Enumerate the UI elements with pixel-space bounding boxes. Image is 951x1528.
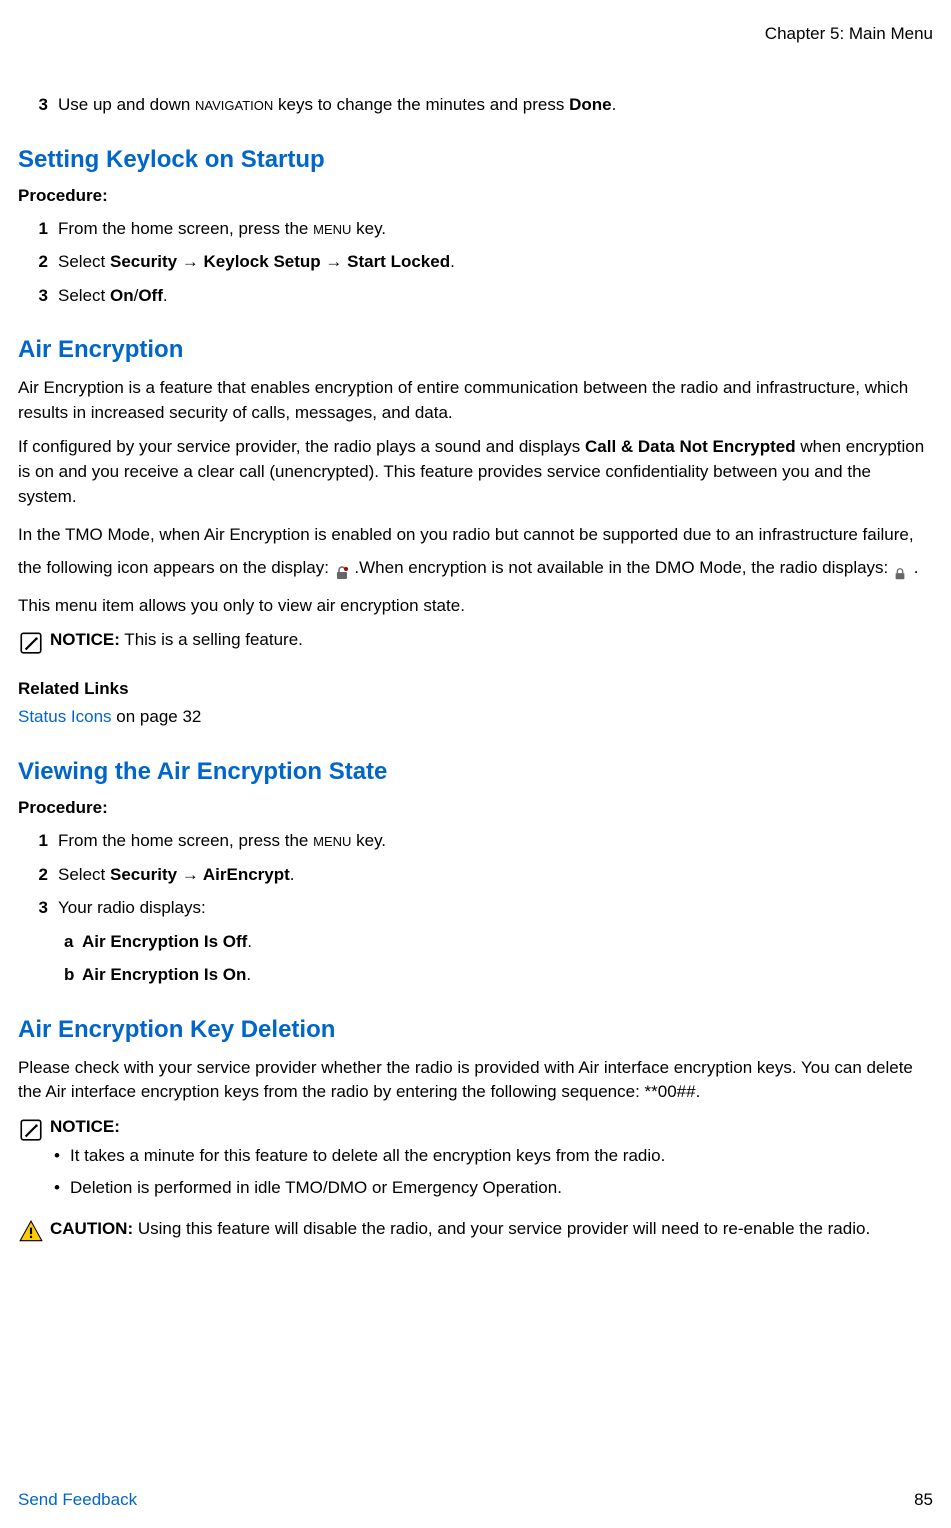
encryption-unavailable-tmo-icon xyxy=(334,560,350,576)
encryption-on-label: Air Encryption Is On xyxy=(82,965,246,984)
notice-icon xyxy=(18,1115,46,1148)
keylock-step-2: 2 Select Security → Keylock Setup → Star… xyxy=(18,249,933,275)
step-number: 2 xyxy=(32,862,54,888)
step-number: 2 xyxy=(32,249,54,275)
substep-number: b xyxy=(64,962,82,988)
caution-body: CAUTION: Using this feature will disable… xyxy=(46,1217,933,1242)
notice-body: NOTICE: It takes a minute for this featu… xyxy=(46,1115,933,1209)
notice-label: NOTICE: xyxy=(50,1117,120,1136)
text-fragment: key. xyxy=(351,219,386,238)
text-fragment: . xyxy=(247,932,252,951)
encryption-unavailable-dmo-icon xyxy=(893,560,909,576)
text-fragment: If configured by your service provider, … xyxy=(18,437,585,456)
orphan-step-3: 3 Use up and down NAVIGATION keys to cha… xyxy=(18,92,933,118)
step-number: 3 xyxy=(32,92,54,118)
text-fragment: From the home screen, press the xyxy=(58,831,313,850)
text-fragment: Use up and down xyxy=(58,95,195,114)
step-text: Select Security → AirEncrypt. xyxy=(54,862,933,888)
status-icons-link[interactable]: Status Icons xyxy=(18,707,112,726)
notice-text: This is a selling feature. xyxy=(120,630,303,649)
text-fragment: . xyxy=(163,286,168,305)
page-number: 85 xyxy=(914,1490,933,1510)
heading-air-encryption: Air Encryption xyxy=(18,336,933,364)
text-fragment: . xyxy=(246,965,251,984)
step-text: From the home screen, press the MENU key… xyxy=(54,828,933,854)
substep-text: Air Encryption Is On. xyxy=(82,962,251,988)
on-label: On xyxy=(110,286,134,305)
substep-number: a xyxy=(64,929,82,955)
delete-para-1: Please check with your service provider … xyxy=(18,1056,933,1105)
step-text: Use up and down NAVIGATION keys to chang… xyxy=(54,92,933,118)
step-text: From the home screen, press the MENU key… xyxy=(54,216,933,242)
text-fragment: From the home screen, press the xyxy=(58,219,313,238)
step-text: Your radio displays: xyxy=(54,895,933,921)
call-data-not-encrypted-label: Call & Data Not Encrypted xyxy=(585,437,796,456)
heading-view-state: Viewing the Air Encryption State xyxy=(18,758,933,786)
view-substep-a: a Air Encryption Is Off. xyxy=(18,929,933,955)
keylock-step-1: 1 From the home screen, press the MENU k… xyxy=(18,216,933,242)
menu-key-label: MENU xyxy=(313,834,351,849)
view-step-3: 3 Your radio displays: xyxy=(18,895,933,921)
navigation-key-label: NAVIGATION xyxy=(195,98,273,113)
heading-keylock: Setting Keylock on Startup xyxy=(18,146,933,174)
keylock-step-3: 3 Select On/Off. xyxy=(18,283,933,309)
caution-row: CAUTION: Using this feature will disable… xyxy=(18,1217,933,1250)
substep-text: Air Encryption Is Off. xyxy=(82,929,252,955)
notice-row-delete: NOTICE: It takes a minute for this featu… xyxy=(18,1115,933,1209)
notice-label: NOTICE: xyxy=(50,630,120,649)
page-content: 3 Use up and down NAVIGATION keys to cha… xyxy=(18,92,933,1250)
notice-bullet-2: Deletion is performed in idle TMO/DMO or… xyxy=(50,1176,933,1201)
text-fragment: Select xyxy=(58,286,110,305)
step-number: 1 xyxy=(32,828,54,854)
step-number: 3 xyxy=(32,283,54,309)
done-label: Done xyxy=(569,95,612,114)
air-para-2: If configured by your service provider, … xyxy=(18,435,933,509)
text-fragment: .When encryption is not available in the… xyxy=(354,558,893,577)
step-text: Select Security → Keylock Setup → Start … xyxy=(54,249,933,275)
notice-bullet-1: It takes a minute for this feature to de… xyxy=(50,1144,933,1169)
air-para-4: This menu item allows you only to view a… xyxy=(18,594,933,619)
notice-icon xyxy=(18,628,46,661)
step-number: 1 xyxy=(32,216,54,242)
caution-label: CAUTION: xyxy=(50,1219,133,1238)
air-para-3: In the TMO Mode, when Air Encryption is … xyxy=(18,519,933,584)
air-para-1: Air Encryption is a feature that enables… xyxy=(18,376,933,425)
procedure-label: Procedure: xyxy=(18,186,933,206)
procedure-label: Procedure: xyxy=(18,798,933,818)
view-substep-b: b Air Encryption Is On. xyxy=(18,962,933,988)
off-label: Off xyxy=(138,286,163,305)
caution-icon xyxy=(18,1217,46,1250)
text-fragment: keys to change the minutes and press xyxy=(273,95,569,114)
notice-body: NOTICE: This is a selling feature. xyxy=(46,628,933,653)
encryption-off-label: Air Encryption Is Off xyxy=(82,932,247,951)
heading-key-deletion: Air Encryption Key Deletion xyxy=(18,1016,933,1044)
notice-row-air: NOTICE: This is a selling feature. xyxy=(18,628,933,661)
text-fragment: . xyxy=(450,252,455,271)
step-text: Select On/Off. xyxy=(54,283,933,309)
text-fragment: . xyxy=(290,865,295,884)
page-footer: Send Feedback 85 xyxy=(18,1490,933,1510)
view-step-2: 2 Select Security → AirEncrypt. xyxy=(18,862,933,888)
text-fragment: . xyxy=(914,558,919,577)
menu-path: Security → AirEncrypt xyxy=(110,865,290,884)
related-link-line: Status Icons on page 32 xyxy=(18,705,933,730)
text-fragment: key. xyxy=(351,831,386,850)
related-links-label: Related Links xyxy=(18,679,933,699)
menu-path: Security → Keylock Setup → Start Locked xyxy=(110,252,450,271)
send-feedback-link[interactable]: Send Feedback xyxy=(18,1490,137,1510)
page-header: Chapter 5: Main Menu xyxy=(18,24,933,44)
text-fragment: Select xyxy=(58,252,110,271)
menu-key-label: MENU xyxy=(313,222,351,237)
view-step-1: 1 From the home screen, press the MENU k… xyxy=(18,828,933,854)
text-fragment: . xyxy=(612,95,617,114)
step-number: 3 xyxy=(32,895,54,921)
text-fragment: Select xyxy=(58,865,110,884)
text-fragment: on page 32 xyxy=(112,707,202,726)
caution-text: Using this feature will disable the radi… xyxy=(133,1219,870,1238)
